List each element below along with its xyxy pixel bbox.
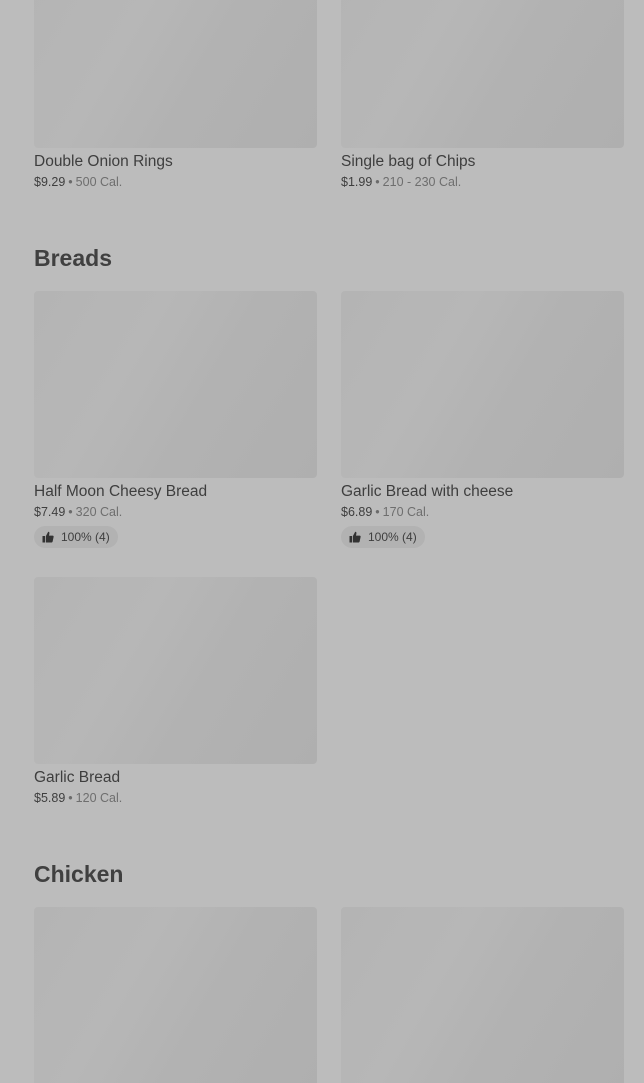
rating-text: 100% (4) [61,530,110,544]
item-meta: $1.99 • 210 - 230 Cal. [341,174,624,190]
item-calories: 210 - 230 Cal. [382,175,462,189]
menu-item-card[interactable]: Half Moon Cheesy Bread $7.49 • 320 Cal. 10… [34,291,317,548]
item-price: $5.89 [34,791,66,805]
item-meta: $9.29 • 500 Cal. [34,174,317,190]
separator-dot: • [375,505,380,519]
item-name: Half Moon Cheesy Bread [34,483,208,500]
menu-item-card[interactable]: Garlic Bread with cheese $6.89 • 170 Cal. … [341,291,624,548]
item-image-placeholder [34,907,317,1083]
thumbs-up-icon [349,531,361,543]
rating-badge: 100% (4) [341,526,425,548]
item-name: Single bag of Chips [341,153,476,170]
item-name: Garlic Bread with cheese [341,483,514,500]
separator-dot: • [68,175,73,189]
item-image-placeholder [341,291,624,478]
item-image-placeholder [341,907,624,1083]
item-calories: 170 Cal. [382,505,430,519]
separator-dot: • [68,505,73,519]
section-title-breads: Breads [34,245,112,271]
item-calories: 120 Cal. [75,791,123,805]
menu-item-card[interactable]: Single bag of Chips $1.99 • 210 - 230 Cal. [341,0,624,190]
item-image-placeholder [34,291,317,478]
item-calories: 320 Cal. [75,505,123,519]
rating-badge: 100% (4) [34,526,118,548]
thumbs-up-icon [42,531,54,543]
separator-dot: • [68,791,73,805]
item-image-placeholder [34,577,317,764]
item-meta: $7.49 • 320 Cal. [34,504,317,520]
menu-item-card[interactable]: Double Onion Rings $9.29 • 500 Cal. [34,0,317,190]
menu-item-card[interactable] [34,907,317,1083]
item-image-placeholder [341,0,624,148]
item-price: $9.29 [34,175,66,189]
section-title-chicken: Chicken [34,861,124,887]
item-image-placeholder [34,0,317,148]
item-meta: $6.89 • 170 Cal. [341,504,624,520]
item-calories: 500 Cal. [75,175,123,189]
item-price: $1.99 [341,175,373,189]
item-meta: $5.89 • 120 Cal. [34,790,317,806]
menu-item-card[interactable]: Garlic Bread $5.89 • 120 Cal. [34,577,317,806]
item-price: $7.49 [34,505,66,519]
separator-dot: • [375,175,380,189]
menu-item-card[interactable] [341,907,624,1083]
menu-page: Double Onion Rings $9.29 • 500 Cal. Single… [0,0,644,1083]
item-name: Garlic Bread [34,769,121,786]
rating-text: 100% (4) [368,530,417,544]
item-price: $6.89 [341,505,373,519]
item-name: Double Onion Rings [34,153,173,170]
